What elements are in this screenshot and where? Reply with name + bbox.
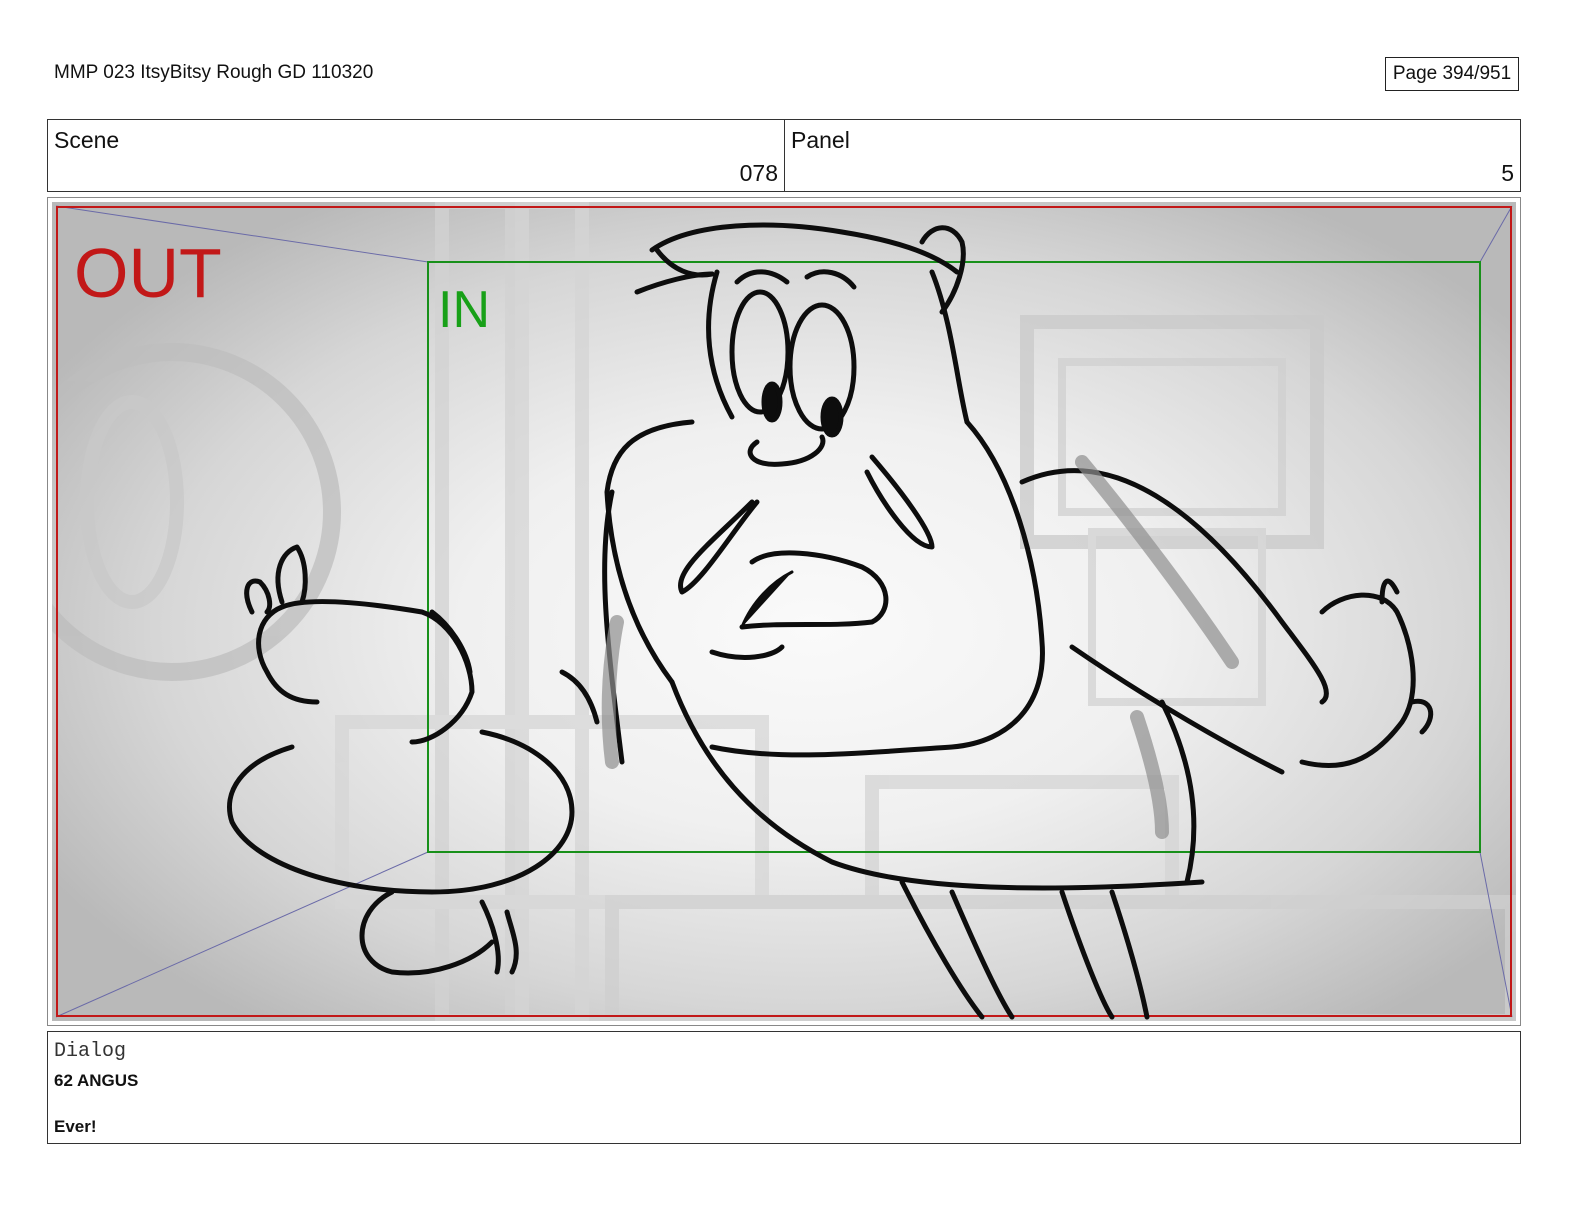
sketch-canvas: OUT IN bbox=[52, 202, 1516, 1021]
scene-panel-row: Scene 078 Panel 5 bbox=[47, 119, 1521, 192]
storyboard-drawing: OUT IN bbox=[52, 202, 1516, 1021]
scene-cell: Scene 078 bbox=[48, 120, 785, 191]
panel-cell: Panel 5 bbox=[785, 120, 1520, 191]
document-title: MMP 023 ItsyBitsy Rough GD 110320 bbox=[54, 62, 374, 83]
panel-label: Panel bbox=[791, 127, 850, 153]
storyboard-page: MMP 023 ItsyBitsy Rough GD 110320 Page 3… bbox=[0, 0, 1582, 1225]
dialog-speaker: 62 ANGUS bbox=[54, 1071, 139, 1090]
panel-number: 5 bbox=[1501, 160, 1514, 186]
dialog-label: Dialog bbox=[54, 1040, 127, 1063]
scene-label: Scene bbox=[54, 127, 120, 153]
in-label: IN bbox=[438, 281, 490, 339]
storyboard-frame: OUT IN bbox=[47, 197, 1521, 1026]
out-label: OUT bbox=[74, 234, 222, 312]
scene-number: 078 bbox=[739, 160, 778, 186]
dialog-line: Ever! bbox=[54, 1117, 97, 1136]
dialog-box: Dialog 62 ANGUS Ever! bbox=[47, 1031, 1521, 1144]
page-number-box: Page 394/951 bbox=[1385, 57, 1519, 91]
